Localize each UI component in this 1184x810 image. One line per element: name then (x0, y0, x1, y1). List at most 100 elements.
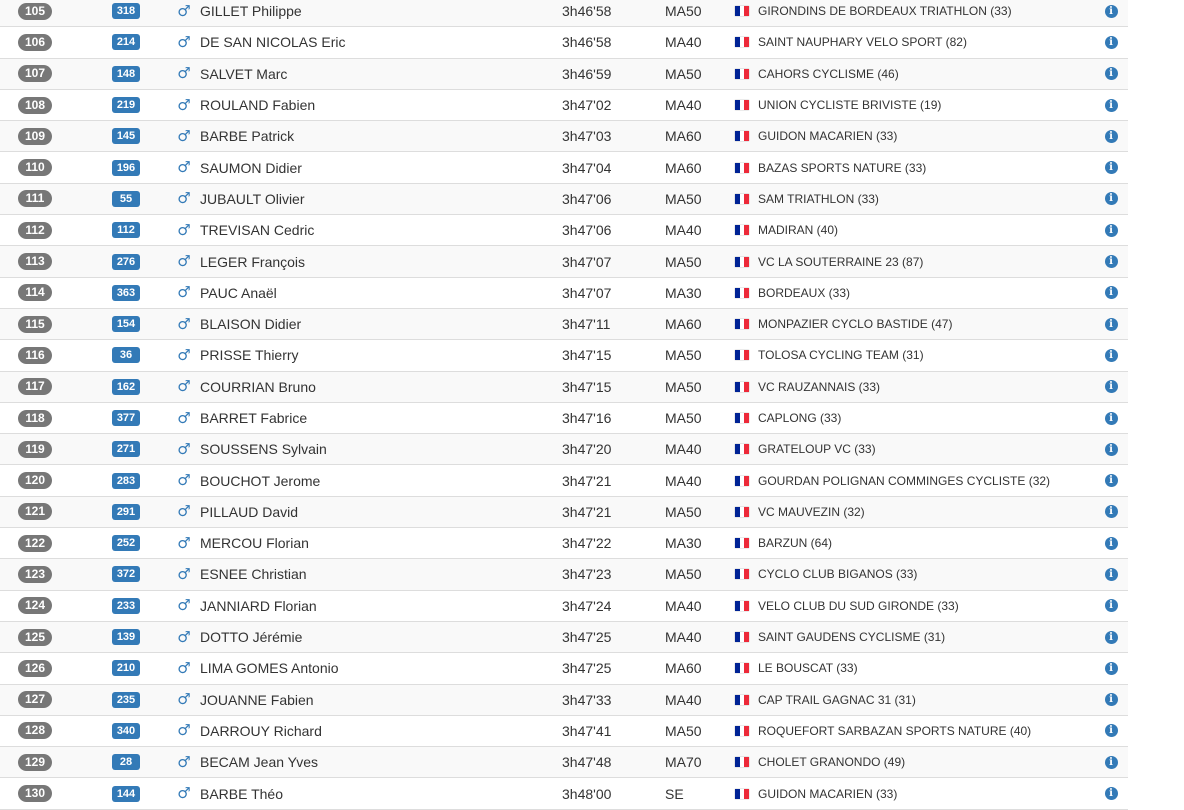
info-icon[interactable]: i (1104, 505, 1118, 519)
club-name: GUIDON MACARIEN (33) (758, 129, 898, 144)
info-icon[interactable]: i (1104, 380, 1118, 394)
result-row[interactable]: 109 145 ♂ BARBE Patrick 3h47'03 MA60 GUI… (0, 121, 1128, 153)
result-row[interactable]: 113 276 ♂ LEGER François 3h47'07 MA50 VC… (0, 246, 1128, 278)
info-icon[interactable]: i (1104, 442, 1118, 456)
result-row[interactable]: 111 55 ♂ JUBAULT Olivier 3h47'06 MA50 SA… (0, 183, 1128, 216)
france-flag-icon (735, 757, 750, 768)
result-row[interactable]: 126 210 ♂ LIMA GOMES Antonio 3h47'25 MA6… (0, 653, 1128, 685)
info-icon[interactable]: i (1104, 536, 1118, 550)
result-row[interactable]: 114 363 ♂ PAUC Anaël 3h47'07 MA30 BORDEA… (0, 277, 1128, 309)
result-row[interactable]: 106 214 ♂ DE SAN NICOLAS Eric 3h46'58 MA… (0, 27, 1128, 59)
club-name: CAP TRAIL GAGNAC 31 (31) (758, 692, 916, 707)
result-row[interactable]: 123 372 ♂ ESNEE Christian 3h47'23 MA50 C… (0, 559, 1128, 591)
info-icon[interactable]: i (1104, 255, 1118, 269)
info-icon[interactable]: i (1104, 317, 1118, 331)
info-icon[interactable]: i (1104, 474, 1118, 488)
info-cell[interactable]: i (1104, 747, 1118, 777)
info-icon[interactable]: i (1104, 661, 1118, 675)
finish-time: 3h47'07 (562, 284, 612, 301)
info-cell[interactable]: i (1104, 309, 1118, 339)
finish-time: 3h47'15 (562, 378, 612, 395)
info-cell[interactable]: i (1104, 121, 1118, 151)
info-icon[interactable]: i (1104, 192, 1118, 206)
result-row[interactable]: 128 340 ♂ DARROUY Richard 3h47'41 MA50 R… (0, 715, 1128, 748)
result-row[interactable]: 127 235 ♂ JOUANNE Fabien 3h47'33 MA40 CA… (0, 684, 1128, 716)
info-cell[interactable]: i (1104, 653, 1118, 683)
info-cell[interactable]: i (1104, 434, 1118, 464)
result-row[interactable]: 129 28 ♂ BECAM Jean Yves 3h47'48 MA70 CH… (0, 747, 1128, 779)
result-row[interactable]: 110 196 ♂ SAUMON Didier 3h47'04 MA60 BAZ… (0, 152, 1128, 184)
info-icon[interactable]: i (1104, 129, 1118, 143)
finish-time: 3h47'23 (562, 566, 612, 583)
info-cell[interactable]: i (1104, 340, 1118, 370)
result-row[interactable]: 119 271 ♂ SOUSSENS Sylvain 3h47'20 MA40 … (0, 434, 1128, 466)
result-row[interactable]: 115 154 ♂ BLAISON Didier 3h47'11 MA60 MO… (0, 308, 1128, 341)
info-icon[interactable]: i (1104, 787, 1118, 801)
info-cell[interactable]: i (1104, 403, 1118, 433)
age-category: MA40 (665, 472, 702, 489)
age-category: MA50 (665, 190, 702, 207)
info-cell[interactable]: i (1104, 372, 1118, 402)
nationality-cell (735, 152, 750, 182)
result-row[interactable]: 112 112 ♂ TREVISAN Cedric 3h47'06 MA40 M… (0, 215, 1128, 247)
info-cell[interactable]: i (1104, 559, 1118, 589)
france-flag-icon (735, 37, 750, 48)
info-cell[interactable]: i (1104, 591, 1118, 621)
info-cell[interactable]: i (1104, 0, 1118, 26)
bib-badge: 235 (112, 691, 140, 708)
info-icon[interactable]: i (1104, 35, 1118, 49)
male-icon: ♂ (177, 1, 191, 20)
result-row[interactable]: 124 233 ♂ JANNIARD Florian 3h47'24 MA40 … (0, 590, 1128, 622)
france-flag-icon (735, 225, 750, 236)
result-row[interactable]: 116 36 ♂ PRISSE Thierry 3h47'15 MA50 TOL… (0, 340, 1128, 372)
info-icon[interactable]: i (1104, 223, 1118, 237)
info-icon[interactable]: i (1104, 630, 1118, 644)
info-cell[interactable]: i (1104, 528, 1118, 558)
result-row[interactable]: 122 252 ♂ MERCOU Florian 3h47'22 MA30 BA… (0, 528, 1128, 560)
bib-badge: 148 (112, 65, 140, 82)
info-cell[interactable]: i (1104, 184, 1118, 214)
info-icon[interactable]: i (1104, 286, 1118, 300)
info-icon[interactable]: i (1104, 348, 1118, 362)
info-cell[interactable]: i (1104, 27, 1118, 57)
info-icon[interactable]: i (1104, 98, 1118, 112)
result-row[interactable]: 107 148 ♂ SALVET Marc 3h46'59 MA50 CAHOR… (0, 58, 1128, 90)
info-cell[interactable]: i (1104, 152, 1118, 182)
info-icon[interactable]: i (1104, 599, 1118, 613)
info-icon[interactable]: i (1104, 755, 1118, 769)
info-icon[interactable]: i (1104, 67, 1118, 81)
info-cell[interactable]: i (1104, 215, 1118, 245)
info-icon[interactable]: i (1104, 724, 1118, 738)
info-icon[interactable]: i (1104, 161, 1118, 175)
info-icon[interactable]: i (1104, 4, 1118, 18)
info-cell[interactable]: i (1104, 278, 1118, 308)
info-cell[interactable]: i (1104, 716, 1118, 746)
info-cell[interactable]: i (1104, 465, 1118, 495)
gender-cell: ♂ (176, 622, 192, 652)
info-icon[interactable]: i (1104, 567, 1118, 581)
info-icon[interactable]: i (1104, 693, 1118, 707)
rank-badge: 116 (18, 346, 52, 364)
info-cell[interactable]: i (1104, 622, 1118, 652)
result-row[interactable]: 130 144 ♂ BARBE Théo 3h48'00 SE GUIDON M… (0, 778, 1128, 810)
france-flag-icon (735, 68, 750, 79)
rank-cell: 109 (18, 121, 52, 151)
result-row[interactable]: 118 377 ♂ BARRET Fabrice 3h47'16 MA50 CA… (0, 402, 1128, 435)
info-cell[interactable]: i (1104, 90, 1118, 120)
result-row[interactable]: 121 291 ♂ PILLAUD David 3h47'21 MA50 VC … (0, 496, 1128, 529)
result-row[interactable]: 125 139 ♂ DOTTO Jérémie 3h47'25 MA40 SAI… (0, 621, 1128, 654)
result-row[interactable]: 120 283 ♂ BOUCHOT Jerome 3h47'21 MA40 GO… (0, 465, 1128, 497)
info-cell[interactable]: i (1104, 497, 1118, 527)
info-icon[interactable]: i (1104, 411, 1118, 425)
age-category: MA30 (665, 284, 702, 301)
info-cell[interactable]: i (1104, 778, 1118, 808)
info-cell[interactable]: i (1104, 59, 1118, 89)
info-cell[interactable]: i (1104, 685, 1118, 715)
info-cell[interactable]: i (1104, 246, 1118, 276)
rank-badge: 129 (18, 753, 52, 771)
result-row[interactable]: 105 318 ♂ GILLET Philippe 3h46'58 MA50 G… (0, 0, 1128, 28)
club-name: SAM TRIATHLON (33) (758, 191, 879, 206)
result-row[interactable]: 117 162 ♂ COURRIAN Bruno 3h47'15 MA50 VC… (0, 371, 1128, 403)
club-name: TOLOSA CYCLING TEAM (31) (758, 348, 924, 363)
result-row[interactable]: 108 219 ♂ ROULAND Fabien 3h47'02 MA40 UN… (0, 89, 1128, 122)
